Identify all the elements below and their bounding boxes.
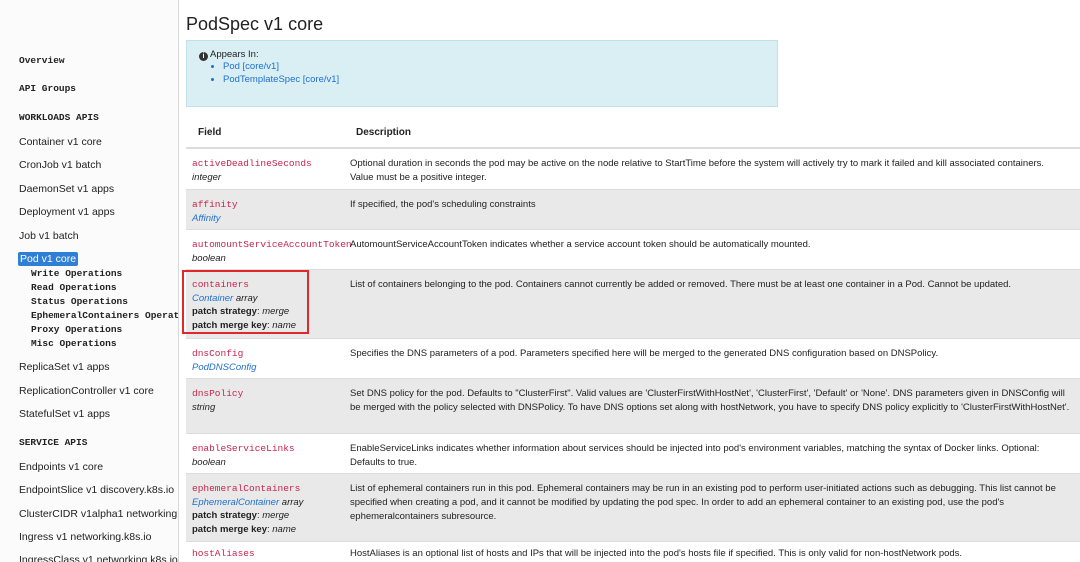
field-description: List of ephemeral containers run in this…: [350, 483, 1056, 522]
highlight-box: [182, 270, 309, 334]
sidebar-item-replicaset[interactable]: ReplicaSet v1 apps: [19, 361, 109, 373]
table-row: affinity Affinity If specified, the pod'…: [186, 189, 1080, 229]
field-name: dnsConfig: [192, 348, 244, 359]
field-name: activeDeadlineSeconds: [192, 158, 312, 169]
field-name: enableServiceLinks: [192, 443, 295, 454]
sidebar-item-deployment[interactable]: Deployment v1 apps: [19, 206, 115, 218]
sidebar-item-container[interactable]: Container v1 core: [19, 136, 102, 148]
sidebar-item-daemonset[interactable]: DaemonSet v1 apps: [19, 183, 114, 195]
table-row: dnsPolicy string Set DNS policy for the …: [186, 378, 1080, 433]
field-name: ephemeralContainers: [192, 483, 301, 494]
sidebar-item-statefulset[interactable]: StatefulSet v1 apps: [19, 408, 110, 420]
sidebar-item-replicationcontroller[interactable]: ReplicationController v1 core: [19, 385, 154, 397]
table-row: dnsConfig PodDNSConfig Specifies the DNS…: [186, 338, 1080, 378]
main-content: PodSpec v1 core iAppears In: Pod [core/v…: [186, 0, 1080, 562]
field-name: dnsPolicy: [192, 388, 244, 399]
field-description: EnableServiceLinks indicates whether inf…: [350, 443, 1040, 468]
appears-in-box: iAppears In: Pod [core/v1] PodTemplateSp…: [186, 40, 778, 107]
field-description: AutomountServiceAccountToken indicates w…: [350, 239, 811, 250]
sidebar-sub-ephemeralcontainers-operations[interactable]: EphemeralContainers Operations: [31, 310, 178, 321]
sidebar-item-api-groups[interactable]: API Groups: [19, 83, 76, 94]
patch-strategy-value: merge: [262, 510, 290, 521]
patch-merge-key-value: name: [272, 523, 297, 535]
patch-merge-key-label: patch merge key: [192, 523, 267, 535]
field-type-link[interactable]: PodDNSConfig: [192, 361, 256, 375]
sidebar-item-ingress[interactable]: Ingress v1 networking.k8s.io: [19, 531, 151, 543]
field-type-suffix: array: [281, 496, 304, 508]
field-description: List of containers belonging to the pod.…: [350, 279, 1012, 290]
column-header-description: Description: [356, 127, 412, 138]
appears-in-list: Pod [core/v1] PodTemplateSpec [core/v1]: [199, 60, 339, 86]
field-type: string: [192, 401, 216, 413]
appears-in-label: Appears In:: [210, 49, 259, 60]
table-row: containers Container array patch strateg…: [186, 269, 1080, 338]
field-type: integer: [192, 171, 222, 183]
sidebar-item-overview[interactable]: Overview: [19, 55, 65, 66]
field-name: hostAliases: [192, 548, 255, 559]
sidebar-sub-misc-operations[interactable]: Misc Operations: [31, 338, 117, 349]
sidebar-item-cronjob[interactable]: CronJob v1 batch: [19, 159, 101, 171]
sidebar-sub-status-operations[interactable]: Status Operations: [31, 296, 128, 307]
table-row: ephemeralContainers EphemeralContainer a…: [186, 473, 1080, 541]
sidebar-sub-proxy-operations[interactable]: Proxy Operations: [31, 324, 122, 335]
field-description: If specified, the pod's scheduling const…: [350, 199, 536, 210]
appears-in-link-pod[interactable]: Pod [core/v1]: [223, 60, 339, 73]
field-description: Specifies the DNS parameters of a pod. P…: [350, 348, 939, 359]
field-description: Set DNS policy for the pod. Defaults to …: [350, 388, 1070, 413]
appears-in-link-podtemplatespec[interactable]: PodTemplateSpec [core/v1]: [223, 73, 339, 86]
column-header-field: Field: [198, 127, 222, 138]
page-title: PodSpec v1 core: [186, 14, 324, 34]
field-description: Optional duration in seconds the pod may…: [350, 158, 1045, 183]
field-type-link[interactable]: EphemeralContainer: [192, 497, 279, 508]
table-row: activeDeadlineSeconds integer Optional d…: [186, 148, 1080, 189]
table-row: enableServiceLinks boolean EnableService…: [186, 433, 1080, 473]
field-type-link[interactable]: Affinity: [192, 212, 238, 226]
sidebar-sub-read-operations[interactable]: Read Operations: [31, 282, 117, 293]
sidebar-item-endpointslice[interactable]: EndpointSlice v1 discovery.k8s.io: [19, 484, 174, 496]
sidebar-item-clustercidr[interactable]: ClusterCIDR v1alpha1 networking.k8s.io: [19, 508, 178, 520]
field-description: HostAliases is an optional list of hosts…: [350, 548, 963, 559]
sidebar-sub-write-operations[interactable]: Write Operations: [31, 268, 122, 279]
field-type: boolean: [192, 456, 226, 468]
sidebar-section-service[interactable]: SERVICE APIS: [19, 437, 87, 448]
field-type: boolean: [192, 252, 226, 264]
field-name: affinity: [192, 199, 238, 210]
sidebar: Overview API Groups WORKLOADS APIS Conta…: [0, 0, 179, 562]
sidebar-item-endpoints[interactable]: Endpoints v1 core: [19, 461, 103, 473]
patch-strategy-label: patch strategy: [192, 510, 257, 521]
sidebar-item-pod-active[interactable]: Pod v1 core: [18, 252, 79, 266]
table-row: automountServiceAccountToken boolean Aut…: [186, 229, 1080, 269]
sidebar-section-workloads[interactable]: WORKLOADS APIS: [19, 112, 99, 123]
sidebar-item-ingressclass[interactable]: IngressClass v1 networking.k8s.io: [19, 554, 178, 562]
table-row: hostAliases HostAliases is an optional l…: [186, 541, 1080, 562]
field-name: automountServiceAccountToken: [192, 239, 352, 250]
sidebar-item-job[interactable]: Job v1 batch: [19, 230, 79, 242]
table-header: Field Description: [186, 117, 1080, 148]
